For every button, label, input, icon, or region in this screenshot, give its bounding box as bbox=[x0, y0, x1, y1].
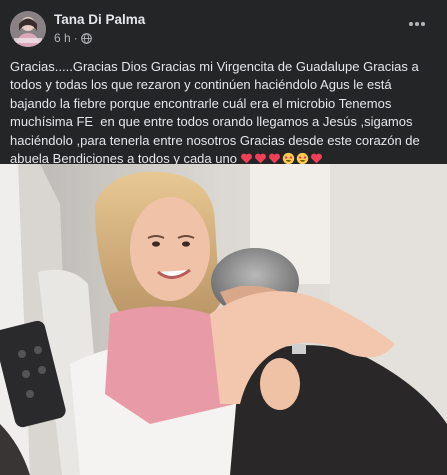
photo-hospital-hug bbox=[0, 164, 447, 475]
author-avatar[interactable] bbox=[10, 11, 46, 47]
post-text: Gracias.....Gracias Dios Gracias mi Virg… bbox=[10, 58, 440, 168]
more-options-icon[interactable] bbox=[405, 14, 429, 34]
post-body: Gracias.....Gracias Dios Gracias mi Virg… bbox=[10, 59, 424, 167]
post-photo[interactable] bbox=[0, 164, 447, 475]
post-header: Tana Di Palma 6 h · bbox=[0, 0, 447, 52]
post-timestamp[interactable]: 6 h bbox=[54, 31, 71, 45]
avatar-image bbox=[10, 11, 46, 47]
facebook-post: Tana Di Palma 6 h · Gracias.....Gracias … bbox=[0, 0, 447, 475]
post-meta: 6 h · bbox=[54, 31, 92, 45]
globe-icon bbox=[80, 32, 92, 44]
meta-separator: · bbox=[73, 31, 78, 45]
author-name[interactable]: Tana Di Palma bbox=[54, 12, 145, 27]
